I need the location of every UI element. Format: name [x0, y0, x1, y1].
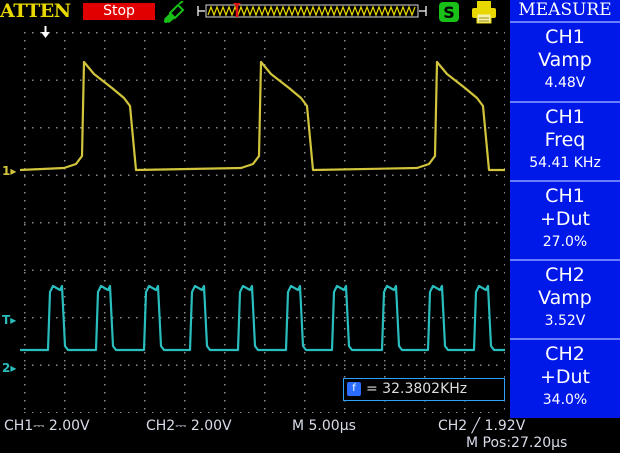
frequency-counter: f = 32.3802KHz: [343, 378, 505, 401]
trigger-setting[interactable]: CH2 ╱ 1.92V: [438, 418, 525, 435]
run-stop-status[interactable]: Stop: [83, 3, 155, 20]
measure-item-ch1-vamp[interactable]: CH1 Vamp 4.48V: [510, 23, 620, 99]
measure-channel: CH2: [545, 264, 585, 286]
measure-value: 27.0%: [542, 234, 588, 250]
graticule-dots: [24, 32, 505, 413]
measure-channel: CH1: [545, 26, 585, 48]
waveform-graticule: [20, 26, 505, 413]
measure-panel: MEASURE CH1 Vamp 4.48V CH1 Freq 54.41 KH…: [510, 0, 620, 418]
bottom-status-bar: CH1⎓ 2.00V CH2⎓ 2.00V M 5.00μs CH2 ╱ 1.9…: [0, 414, 620, 453]
measure-item-ch2-duty[interactable]: CH2 +Dut 34.0%: [510, 340, 620, 416]
panel-title: MEASURE: [518, 0, 612, 20]
printer-icon: [472, 1, 496, 24]
measure-value: 54.41 KHz: [529, 155, 601, 171]
memory-position-bar: [197, 3, 427, 18]
measure-type: Freq: [544, 129, 586, 151]
measure-value: 34.0%: [542, 392, 588, 408]
ch1-level-marker[interactable]: 1▸: [2, 165, 16, 177]
measure-item-ch1-duty[interactable]: CH1 +Dut 27.0%: [510, 182, 620, 258]
measure-type: Vamp: [538, 49, 592, 71]
counter-value: = 32.3802KHz: [366, 381, 468, 397]
measure-type: Vamp: [538, 287, 592, 309]
measure-channel: CH1: [545, 106, 585, 128]
measure-item-ch2-vamp[interactable]: CH2 Vamp 3.52V: [510, 261, 620, 337]
trigger-level-label: T: [2, 313, 11, 327]
brand-logo: ATTEN: [0, 0, 71, 22]
usb-icon: S: [439, 2, 459, 22]
ch2-level-marker[interactable]: 2▸: [2, 362, 16, 374]
measure-type: +Dut: [539, 366, 591, 388]
measure-item-ch1-freq[interactable]: CH1 Freq 54.41 KHz: [510, 103, 620, 179]
measure-type: +Dut: [539, 208, 591, 230]
timebase[interactable]: M 5.00μs: [292, 418, 356, 435]
probe-icon: [164, 1, 185, 23]
svg-text:S: S: [443, 3, 455, 22]
measure-channel: CH1: [545, 185, 585, 207]
measure-value: 3.52V: [544, 313, 586, 329]
ch2-scale[interactable]: CH2⎓ 2.00V: [146, 418, 232, 435]
oscilloscope-screen: ATTEN Stop S 1▸ T▸ 2▸ f = 32.3802KHz MEA…: [0, 0, 620, 453]
top-status-bar: ATTEN Stop S: [0, 0, 510, 24]
counter-icon: f: [347, 382, 361, 396]
measure-channel: CH2: [545, 343, 585, 365]
trigger-level-marker[interactable]: T▸: [2, 314, 16, 326]
trigger-position-marker: [41, 26, 50, 38]
horizontal-position[interactable]: M Pos:27.20μs: [466, 435, 567, 452]
ch1-waveform: [20, 60, 505, 172]
measure-value: 4.48V: [544, 75, 586, 91]
ch1-scale[interactable]: CH1⎓ 2.00V: [4, 418, 90, 435]
